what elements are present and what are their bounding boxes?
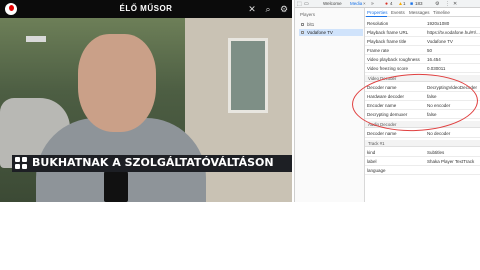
tab-events[interactable]: Events xyxy=(391,10,405,15)
property-row: language xyxy=(365,166,480,175)
inspect-icon[interactable]: ⬚ xyxy=(297,1,302,7)
property-value: 1920x1080 xyxy=(427,21,450,26)
property-row: Resolution 1920x1080 xyxy=(365,19,480,28)
property-key: Playback frame title xyxy=(367,39,407,44)
property-value: No decoder xyxy=(427,131,451,136)
tab-media[interactable]: Media xyxy=(350,1,362,6)
tab-timeline[interactable]: Timeline xyxy=(433,10,450,15)
property-row: Playback frame title Vodafone TV xyxy=(365,37,480,46)
info-icon[interactable]: ■ xyxy=(410,1,413,7)
news-caption: BUKHATNAK A SZOLGÁLTATÓVÁLTÁSON xyxy=(32,156,274,169)
property-key: kind xyxy=(367,150,376,155)
channel-watermark xyxy=(26,36,46,42)
search-icon[interactable]: ⌕ xyxy=(262,3,274,15)
property-row: Video playback roughness 16.454 xyxy=(365,55,480,64)
tab-properties[interactable]: Properties xyxy=(367,10,388,15)
property-key: language xyxy=(367,168,386,173)
gear-icon[interactable]: ⚙ xyxy=(278,3,290,15)
close-tab-icon[interactable]: × xyxy=(363,1,366,6)
tab-welcome[interactable]: Welcome xyxy=(323,1,342,6)
properties-tab-bar: Properties Events Messages Timeline xyxy=(365,8,480,17)
property-key: Frame rate xyxy=(367,48,390,53)
player-item-selected[interactable]: Vodafone TV xyxy=(299,29,363,36)
property-value: Subtitles xyxy=(427,150,445,155)
player-icon xyxy=(301,23,304,26)
grid-icon xyxy=(14,156,28,170)
active-tab-indicator xyxy=(366,16,387,17)
property-value: 0.030011 xyxy=(427,66,446,71)
property-key: Decoder name xyxy=(367,131,397,136)
property-key: Video freezing score xyxy=(367,66,408,71)
close-devtools-icon[interactable]: ✕ xyxy=(453,1,457,7)
property-value: https://tv.vodafone.hu/#!/... xyxy=(427,30,480,35)
kebab-menu-icon[interactable]: ⋮ xyxy=(445,1,450,7)
property-value: Shaka Player TextTrack xyxy=(427,159,475,164)
close-icon[interactable]: ✕ xyxy=(246,3,258,15)
gear-icon[interactable]: ⚙ xyxy=(435,1,439,7)
property-value: 16.454 xyxy=(427,57,441,62)
property-value: 50 xyxy=(427,48,433,53)
property-key: Video playback roughness xyxy=(367,57,420,62)
person-head xyxy=(78,34,156,132)
video-frame xyxy=(0,18,292,202)
section-header-track[interactable]: Track #1 xyxy=(365,140,480,147)
player-item-label: blt1 xyxy=(307,22,315,27)
player-top-bar: ÉLŐ MŰSOR ✕ ⌕ ⚙ xyxy=(0,0,292,18)
property-key: label xyxy=(367,159,377,164)
house-window xyxy=(228,38,268,113)
error-count: 4 xyxy=(390,1,393,6)
property-value: Vodafone TV xyxy=(427,39,453,44)
players-header: Players xyxy=(300,12,316,17)
tab-messages[interactable]: Messages xyxy=(409,10,430,15)
player-icon xyxy=(301,31,304,34)
info-count: 183 xyxy=(415,1,423,6)
more-tabs-icon[interactable]: » xyxy=(371,1,374,7)
device-icon[interactable]: ▭ xyxy=(304,1,309,7)
property-key: Playback frame URL xyxy=(367,30,409,35)
property-key: Resolution xyxy=(367,21,389,26)
error-icon[interactable]: ● xyxy=(385,1,388,7)
devtools-tab-bar: ⬚ ▭ Welcome Media × » ● 4 ▲ 1 ■ 183 ⚙ ⋮ … xyxy=(295,0,480,8)
section-title: Track #1 xyxy=(368,141,385,146)
video-player[interactable]: ÉLŐ MŰSOR ✕ ⌕ ⚙ BUKHATNAK A SZOLGÁLTATÓV… xyxy=(0,0,292,202)
player-item-label: Vodafone TV xyxy=(307,30,333,35)
warning-count: 1 xyxy=(403,1,406,6)
property-row: Frame rate 50 xyxy=(365,46,480,55)
property-row: label Shaka Player TextTrack xyxy=(365,157,480,166)
property-row: Video freezing score 0.030011 xyxy=(365,64,480,73)
property-row: Playback frame URL https://tv.vodafone.h… xyxy=(365,28,480,37)
player-item[interactable]: blt1 xyxy=(299,21,363,28)
property-row: kind Subtitles xyxy=(365,148,480,157)
